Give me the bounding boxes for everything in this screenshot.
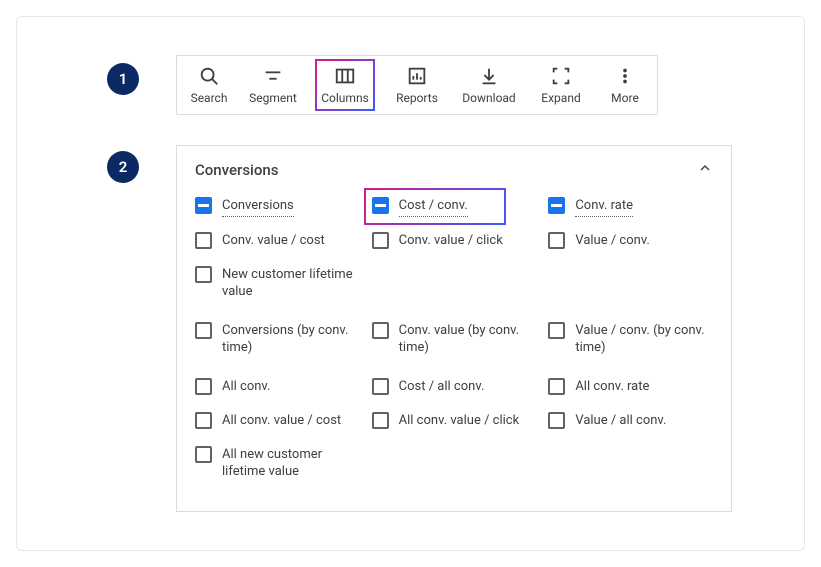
toolbar-label: More	[611, 91, 639, 105]
reports-icon	[406, 65, 428, 87]
toolbar-segment[interactable]: Segment	[237, 56, 309, 114]
checkbox-empty-icon	[372, 322, 389, 339]
checkbox-indeterminate-icon	[195, 197, 212, 214]
metric-label: Cost / conv.	[399, 196, 468, 217]
checkbox-empty-icon	[548, 412, 565, 429]
checkbox-empty-icon	[195, 378, 212, 395]
metric-label: Value / all conv.	[575, 411, 666, 430]
search-icon	[198, 65, 220, 87]
metric-conv-value-click[interactable]: Conv. value / click	[372, 231, 537, 251]
table-toolbar: Search Segment Columns Reports Download …	[176, 55, 658, 115]
download-icon	[478, 65, 500, 87]
metric-label: New customer lifetime value	[222, 265, 360, 301]
checkbox-empty-icon	[195, 266, 212, 283]
metric-all-conv[interactable]: All conv.	[195, 377, 360, 397]
toolbar-label: Reports	[396, 91, 438, 105]
metric-label: Conv. value / cost	[222, 231, 325, 250]
metric-label: All conv. value / click	[399, 411, 520, 430]
checkbox-empty-icon	[372, 378, 389, 395]
metric-label: Value / conv.	[575, 231, 650, 250]
metric-label: Value / conv. (by conv. time)	[575, 321, 713, 357]
metric-label: All conv. value / cost	[222, 411, 341, 430]
screenshot-frame: 1 2 Search Segment Columns Reports Downl…	[16, 16, 805, 551]
toolbar-label: Search	[191, 91, 228, 105]
expand-icon	[550, 65, 572, 87]
checkbox-indeterminate-icon	[372, 197, 389, 214]
checkbox-empty-icon	[195, 446, 212, 463]
metric-label: Conversions (by conv. time)	[222, 321, 360, 357]
checkbox-empty-icon	[548, 322, 565, 339]
metric-conv-rate[interactable]: Conv. rate	[548, 196, 713, 217]
toolbar-expand[interactable]: Expand	[525, 56, 597, 114]
metric-conversions[interactable]: Conversions	[195, 196, 360, 217]
columns-icon	[334, 65, 356, 87]
conversions-panel: Conversions Conversions Cost / conv. Con	[176, 145, 732, 512]
metric-label: Cost / all conv.	[399, 377, 485, 396]
step-badge-1: 1	[107, 63, 139, 95]
metric-label: All new customer lifetime value	[222, 445, 360, 481]
checkbox-empty-icon	[372, 412, 389, 429]
toolbar-download[interactable]: Download	[453, 56, 525, 114]
segment-icon	[262, 65, 284, 87]
step-badge-2: 2	[107, 151, 139, 183]
checkbox-empty-icon	[195, 232, 212, 249]
metric-all-conv-rate[interactable]: All conv. rate	[548, 377, 713, 397]
panel-title: Conversions	[195, 161, 278, 179]
checkbox-empty-icon	[548, 378, 565, 395]
metric-all-new-cust-ltv[interactable]: All new customer lifetime value	[195, 445, 360, 481]
metric-value-all-conv[interactable]: Value / all conv.	[548, 411, 713, 431]
metric-label: All conv.	[222, 377, 270, 396]
chevron-up-icon	[697, 160, 713, 180]
metric-cost-per-conv[interactable]: Cost / conv.	[372, 196, 537, 217]
metric-new-cust-ltv[interactable]: New customer lifetime value	[195, 265, 360, 301]
toolbar-label: Columns	[321, 91, 369, 105]
panel-header[interactable]: Conversions	[177, 146, 731, 190]
toolbar-label: Download	[462, 91, 515, 105]
toolbar-label: Expand	[541, 91, 580, 105]
metric-all-conv-value-click[interactable]: All conv. value / click	[372, 411, 537, 431]
metric-conv-by-time[interactable]: Conversions (by conv. time)	[195, 321, 360, 357]
metric-conv-value-cost[interactable]: Conv. value / cost	[195, 231, 360, 251]
checkbox-empty-icon	[195, 322, 212, 339]
metric-cost-all-conv[interactable]: Cost / all conv.	[372, 377, 537, 397]
toolbar-label: Segment	[249, 91, 297, 105]
metric-value-conv[interactable]: Value / conv.	[548, 231, 713, 251]
toolbar-columns[interactable]: Columns	[309, 56, 381, 114]
checkbox-empty-icon	[548, 232, 565, 249]
metric-label: All conv. rate	[575, 377, 649, 396]
metric-label: Conv. value (by conv. time)	[399, 321, 537, 357]
toolbar-search[interactable]: Search	[181, 56, 237, 114]
toolbar-more[interactable]: More	[597, 56, 653, 114]
checkbox-empty-icon	[195, 412, 212, 429]
checkbox-empty-icon	[372, 232, 389, 249]
metric-label: Conv. rate	[575, 196, 633, 217]
metric-label: Conversions	[222, 196, 294, 217]
more-vertical-icon	[614, 65, 636, 87]
metric-value-conv-by-time[interactable]: Value / conv. (by conv. time)	[548, 321, 713, 357]
metric-all-conv-value-cost[interactable]: All conv. value / cost	[195, 411, 360, 431]
metric-label: Conv. value / click	[399, 231, 503, 250]
checkbox-indeterminate-icon	[548, 197, 565, 214]
toolbar-reports[interactable]: Reports	[381, 56, 453, 114]
panel-body: Conversions Cost / conv. Conv. rate Conv…	[177, 190, 731, 511]
metric-conv-value-by-time[interactable]: Conv. value (by conv. time)	[372, 321, 537, 357]
